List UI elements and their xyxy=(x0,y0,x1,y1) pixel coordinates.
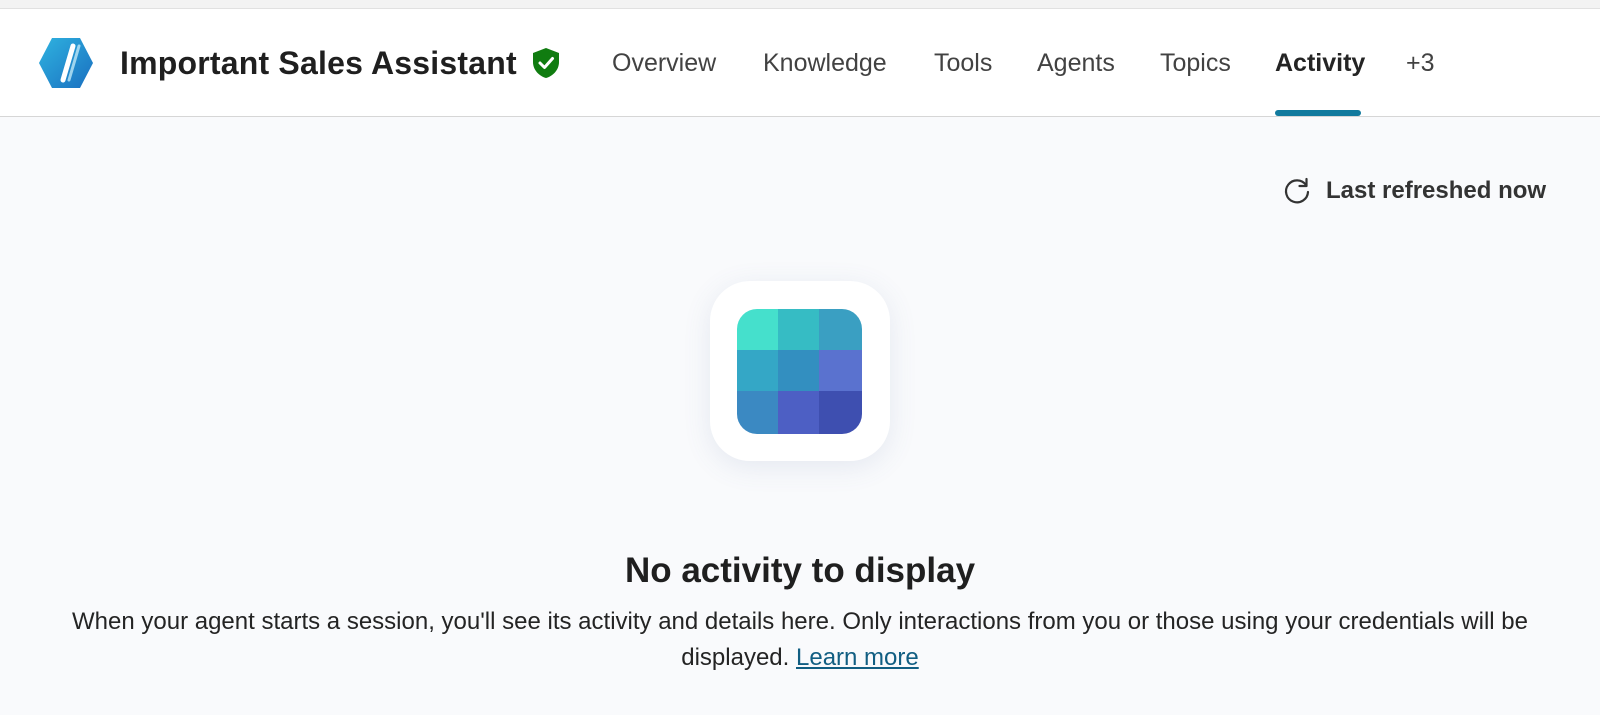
tab-agents[interactable]: Agents xyxy=(1037,49,1115,78)
activity-grid-icon xyxy=(737,309,862,434)
tab-activity[interactable]: Activity xyxy=(1275,49,1365,78)
refresh-button[interactable]: Last refreshed now xyxy=(1282,174,1546,208)
active-tab-indicator xyxy=(1275,110,1361,116)
tab-knowledge[interactable]: Knowledge xyxy=(763,49,887,78)
tab-overview[interactable]: Overview xyxy=(612,49,716,78)
empty-state-description: When your agent starts a session, you'll… xyxy=(48,604,1552,676)
tab-tools[interactable]: Tools xyxy=(934,49,992,78)
empty-state-title: No activity to display xyxy=(624,551,976,590)
empty-state-icon-tile xyxy=(710,281,890,461)
learn-more-link[interactable]: Learn more xyxy=(796,644,919,671)
browser-top-strip xyxy=(0,0,1600,9)
tab-bar: Overview Knowledge Tools Agents Topics A… xyxy=(0,9,1600,117)
refresh-label: Last refreshed now xyxy=(1326,177,1547,204)
agent-header: Important Sales Assistant Overview Knowl… xyxy=(0,9,1600,117)
tab-more[interactable]: +3 xyxy=(1406,49,1435,78)
refresh-icon xyxy=(1284,177,1310,204)
tab-topics[interactable]: Topics xyxy=(1160,49,1231,78)
